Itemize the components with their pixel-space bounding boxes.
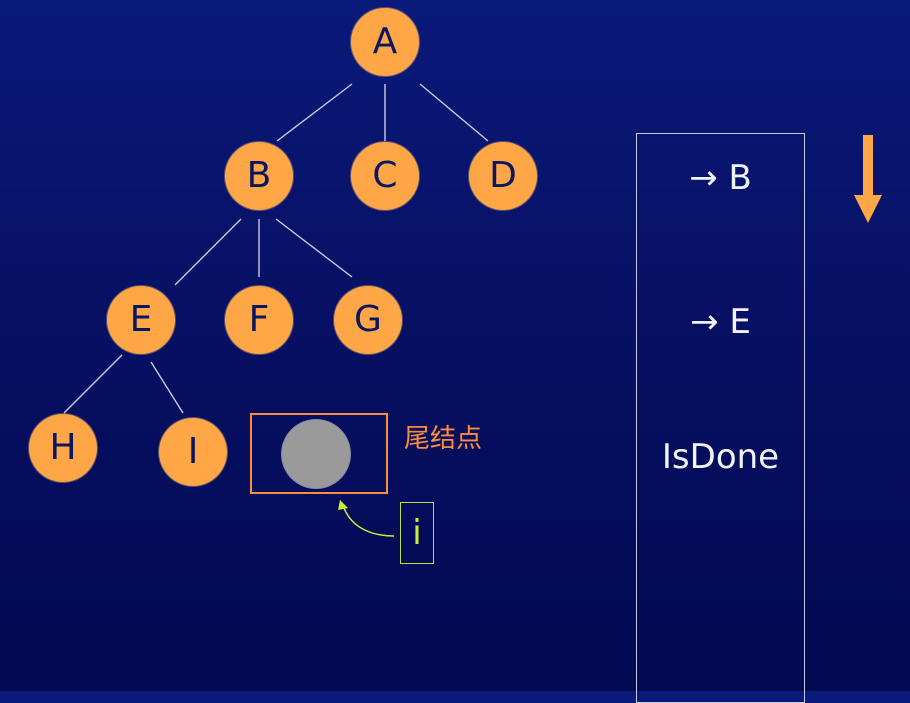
tree-node-h: H [29, 414, 97, 482]
stack-entry-b: → B [689, 158, 752, 198]
tree-node-c: C [351, 142, 419, 210]
tree-node-b: B [225, 142, 293, 210]
tree-node-f: F [225, 286, 293, 354]
edge-e-h [63, 354, 123, 414]
tail-node [282, 420, 350, 488]
tree-node-a: A [351, 8, 419, 76]
tree-node-g: G [334, 286, 402, 354]
pointer-arrowhead [338, 500, 348, 510]
edge-e-i [150, 361, 184, 414]
edge-b-e [174, 218, 242, 286]
pointer-arrow [343, 507, 395, 537]
stack-entry-e: → E [690, 302, 751, 342]
diagram-stage: A B C D E F G H I 尾结点 i → B → E IsDone [0, 0, 910, 703]
edge-b-g [275, 218, 353, 278]
tree-node-d: D [469, 142, 537, 210]
tree-node-e: E [107, 286, 175, 354]
tail-node-label: 尾结点 [404, 424, 483, 454]
stack-entry-isdone: IsDone [661, 437, 780, 477]
stack-panel: → B → E IsDone [636, 133, 805, 703]
pointer-i-box: i [400, 502, 434, 564]
arrow-down-icon [854, 135, 882, 223]
tree-node-i: I [159, 418, 227, 486]
edge-a-d [419, 83, 489, 142]
edge-a-b [276, 83, 353, 142]
